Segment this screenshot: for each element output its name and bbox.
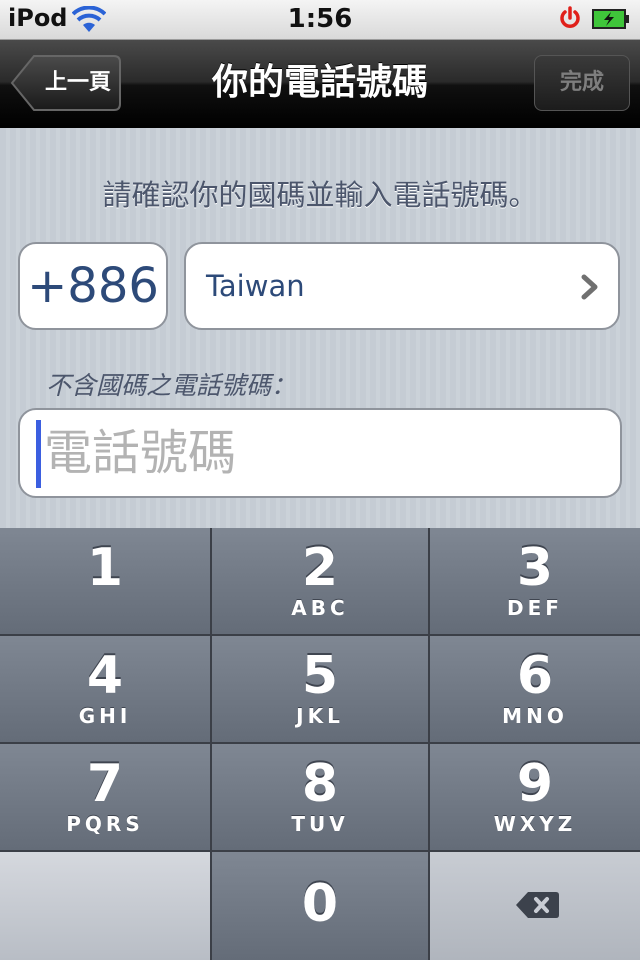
numeric-keypad: 1 2 ABC 3 DEF 4 GHI 5 JKL 6 MNO 7 PQRS 8… (0, 528, 640, 960)
country-code-field[interactable]: +886 (18, 242, 168, 330)
key-letters: TUV (291, 812, 349, 836)
key-6[interactable]: 6 MNO (430, 636, 640, 744)
key-letters: ABC (291, 596, 349, 620)
phone-number-placeholder: 電話號碼 (44, 425, 237, 481)
phone-number-input[interactable]: 電話號碼 (18, 408, 622, 498)
key-5[interactable]: 5 JKL (212, 636, 430, 744)
done-button[interactable]: 完成 (534, 55, 630, 111)
key-8[interactable]: 8 TUV (212, 744, 430, 852)
instruction-text: 請確認你的國碼並輸入電話號碼。 (102, 178, 538, 212)
key-4[interactable]: 4 GHI (0, 636, 212, 744)
power-icon (560, 6, 580, 28)
clock: 1:56 (287, 4, 353, 34)
blank-key (0, 852, 212, 960)
key-letters: JKL (296, 704, 344, 728)
key-digit: 3 (516, 538, 554, 598)
key-letters: MNO (502, 704, 568, 728)
key-1[interactable]: 1 (0, 528, 212, 636)
back-button[interactable]: 上一頁 (10, 54, 122, 112)
backspace-icon (516, 892, 559, 918)
key-letters: GHI (78, 704, 132, 728)
key-digit: 1 (86, 538, 124, 598)
key-letters: WXYZ (493, 812, 577, 836)
phone-form: 請確認你的國碼並輸入電話號碼。 +886 Taiwan 不含國碼之電話號碼： 電… (0, 128, 640, 528)
phone-number-label: 不含國碼之電話號碼： (46, 371, 297, 400)
back-button-label: 上一頁 (44, 70, 111, 95)
key-3[interactable]: 3 DEF (430, 528, 640, 636)
text-cursor (36, 420, 41, 488)
delete-key[interactable] (430, 852, 640, 960)
key-digit: 9 (516, 754, 554, 814)
chevron-right-icon (581, 274, 598, 300)
page-title: 你的電話號碼 (211, 62, 428, 103)
status-bar: iPod 1:56 (0, 0, 640, 40)
key-digit: 6 (516, 646, 554, 706)
key-9[interactable]: 9 WXYZ (430, 744, 640, 852)
key-digit: 7 (86, 754, 124, 814)
key-digit: 2 (301, 538, 339, 598)
country-selector[interactable]: Taiwan (184, 242, 620, 330)
country-name: Taiwan (206, 269, 305, 303)
battery-charging-icon (592, 9, 629, 29)
key-digit: 5 (301, 646, 339, 706)
key-digit: 0 (301, 874, 339, 934)
key-letters: DEF (507, 596, 563, 620)
key-letters: PQRS (66, 812, 144, 836)
navigation-bar: 上一頁 你的電話號碼 完成 (0, 40, 640, 128)
key-7[interactable]: 7 PQRS (0, 744, 212, 852)
key-0[interactable]: 0 (212, 852, 430, 960)
key-digit: 8 (301, 754, 339, 814)
key-2[interactable]: 2 ABC (212, 528, 430, 636)
key-digit: 4 (86, 646, 124, 706)
